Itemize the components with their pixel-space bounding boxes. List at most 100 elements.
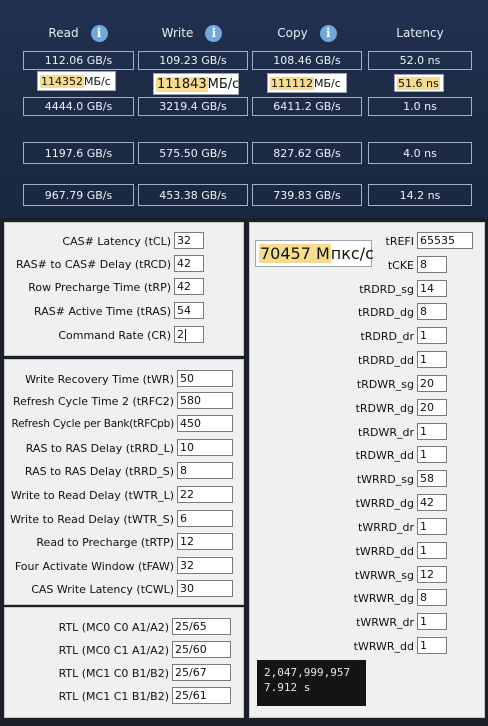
read-value: 112.06 GB/s [23, 51, 134, 70]
timing-field[interactable]: 14 [417, 280, 447, 297]
timing-field[interactable]: 1 [417, 446, 447, 463]
timing-field[interactable]: 1 [417, 351, 447, 368]
timing-field[interactable]: 8 [417, 303, 447, 320]
timing-label: tWRWR_dg [353, 591, 414, 605]
header-read-label: Read [48, 26, 79, 40]
latency-value: 14.2 ns [368, 184, 472, 206]
rtl-field[interactable]: 25/61 [172, 687, 231, 704]
timing-field[interactable]: 30 [177, 580, 233, 597]
header-latency-label: Latency [396, 26, 444, 40]
timing-label: tWRRD_dd [355, 544, 414, 558]
timing-label: tWRWR_sg [354, 568, 414, 582]
header-copy-label: Copy [277, 26, 308, 40]
timing-label: Write to Read Delay (tWTR_S) [10, 512, 174, 526]
timing-label: tRDRD_dd [357, 353, 414, 367]
timing-field[interactable]: 20 [417, 399, 447, 416]
console-output: 2,047,999,957 7.912 s [257, 660, 366, 706]
timing-field[interactable]: 10 [177, 439, 233, 456]
timing-field[interactable]: 54 [174, 302, 204, 319]
timing-label: tWRRD_sg [356, 472, 414, 486]
read-value: 4444.0 GB/s [23, 97, 134, 116]
timing-label: RAS# Active Time (tRAS) [34, 304, 171, 318]
header-latency: Latency [368, 18, 472, 48]
timing-field[interactable]: 450 [177, 415, 233, 432]
timing-label: RAS# to CAS# Delay (tRCD) [15, 257, 171, 271]
timing-field[interactable]: 1 [417, 613, 447, 630]
latency-value: 4.0 ns [368, 142, 472, 164]
timing-field[interactable]: 12 [417, 566, 447, 583]
timing-label: tCKE [387, 258, 414, 272]
timing-field[interactable]: 42 [174, 278, 204, 295]
timing-label: Row Precharge Time (tRP) [28, 280, 171, 294]
read-value: 967.79 GB/s [23, 184, 134, 206]
rtl-label: RTL (MC1 C1 B1/B2) [58, 689, 169, 703]
timing-label: RAS to RAS Delay (tRRD_L) [25, 441, 174, 455]
timing-label: Four Activate Window (tFAW) [14, 559, 174, 573]
rtl-field[interactable]: 25/67 [172, 664, 231, 681]
timing-label: tRDRD_dr [360, 329, 414, 343]
timing-field[interactable]: 65535 [417, 232, 473, 249]
timing-field[interactable]: 580 [177, 392, 233, 409]
write-value: 3219.4 GB/s [138, 97, 248, 116]
timing-field[interactable]: 50 [177, 370, 233, 387]
timing-label: Read to Precharge (tRTP) [36, 535, 174, 549]
rtl-field[interactable]: 25/65 [172, 618, 231, 635]
timing-label: tREFI [385, 234, 414, 248]
timing-field[interactable]: 58 [417, 470, 447, 487]
timing-field[interactable]: 1 [417, 423, 447, 440]
frequency-overlay: 70457 Мпкс/с [255, 240, 374, 267]
timing-field[interactable]: 1 [417, 518, 447, 535]
timing-label: tRDWR_sg [356, 377, 414, 391]
timing-label: tWRRD_dg [355, 496, 414, 510]
timing-label: Write to Read Delay (tWTR_L) [10, 488, 174, 502]
copy-value: 739.83 GB/s [252, 184, 362, 206]
copy-overlay: 111112 МБ/с [267, 73, 347, 93]
timing-field[interactable]: 32 [174, 232, 204, 249]
timing-field[interactable]: 42 [174, 255, 204, 272]
header-write-label: Write [161, 26, 194, 40]
timing-field[interactable]: 1 [417, 637, 447, 654]
latency-value: 52.0 ns [368, 51, 472, 70]
timing-field[interactable]: 8 [177, 462, 233, 479]
timing-label: tWRRD_dr [358, 520, 414, 534]
timing-label: Refresh Cycle Time 2 (tRFC2) [12, 394, 174, 408]
timing-label: tRDRD_dg [357, 305, 414, 319]
write-overlay: 111843 МБ/с [153, 73, 239, 95]
read-overlay: 114352 МБ/с [37, 71, 116, 91]
text-cursor [185, 329, 186, 341]
timing-field[interactable]: 32 [177, 557, 233, 574]
timing-field[interactable]: 1 [417, 542, 447, 559]
benchmark-panel: Read i Write i Copy i Latency 112.06 GB/… [0, 0, 488, 218]
copy-value: 6411.2 GB/s [252, 97, 362, 116]
write-value: 453.38 GB/s [138, 184, 248, 206]
info-icon[interactable]: i [90, 24, 108, 42]
timing-field[interactable]: 8 [417, 589, 447, 606]
rtl-field[interactable]: 25/60 [172, 641, 231, 658]
timing-label: tWRWR_dr [356, 615, 414, 629]
timing-field[interactable]: 42 [417, 494, 447, 511]
latency-value: 1.0 ns [368, 97, 472, 116]
read-value: 1197.6 GB/s [23, 142, 134, 164]
timing-label: CAS# Latency (tCL) [62, 234, 171, 248]
info-icon[interactable]: i [319, 24, 337, 42]
info-icon[interactable]: i [205, 24, 223, 42]
timing-field[interactable]: 20 [417, 375, 447, 392]
timing-field[interactable]: 6 [177, 510, 233, 527]
timing-label: CAS Write Latency (tCWL) [31, 582, 174, 596]
timing-field[interactable]: 12 [177, 533, 233, 550]
timing-label: tRDWR_dd [355, 448, 414, 462]
timing-label: tRDWR_dr [358, 425, 414, 439]
copy-value: 827.62 GB/s [252, 142, 362, 164]
timing-label: Refresh Cycle per Bank(tRFCpb) [11, 418, 175, 430]
latency-overlay: 51.6 ns [394, 74, 444, 92]
timing-field[interactable]: 8 [417, 256, 447, 273]
rtl-label: RTL (MC1 C0 B1/B2) [58, 666, 169, 680]
timing-field[interactable]: 1 [417, 327, 447, 344]
timing-label: Write Recovery Time (tWR) [25, 372, 174, 386]
timing-field[interactable]: 22 [177, 486, 233, 503]
rtl-label: RTL (MC0 C0 A1/A2) [58, 620, 169, 634]
timing-label: tWRWR_dd [353, 639, 414, 653]
command-rate-field[interactable]: 2 [174, 326, 204, 343]
header-read: Read i [23, 18, 133, 48]
write-value: 109.23 GB/s [138, 51, 248, 70]
